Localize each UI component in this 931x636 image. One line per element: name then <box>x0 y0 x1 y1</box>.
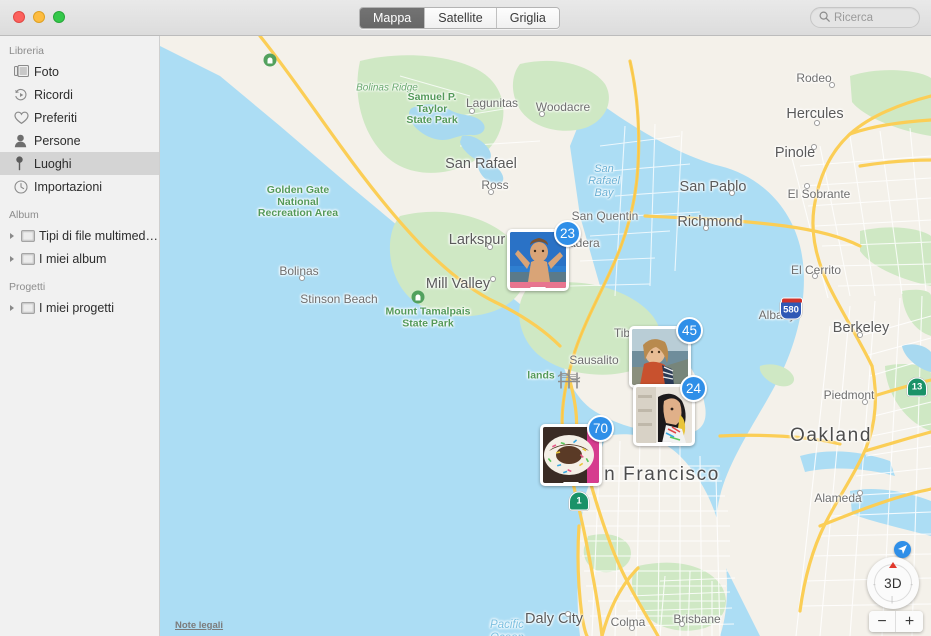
highway-shield-state: 1 <box>569 492 589 511</box>
chevron-right-icon[interactable] <box>6 233 17 239</box>
photos-app-window: Bolinas Ridge Samuel P. Taylor State Par… <box>0 0 931 636</box>
tab-griglia[interactable]: Griglia <box>497 8 559 28</box>
photo-count-badge: 24 <box>680 375 707 402</box>
search-icon <box>819 9 834 27</box>
sidebar-item-ricordi[interactable]: Ricordi <box>0 83 159 106</box>
sidebar-item-persone[interactable]: Persone <box>0 129 159 152</box>
clock-icon <box>14 180 34 194</box>
compass-tick-west: - <box>873 580 876 589</box>
park-marker-icon <box>264 54 277 67</box>
minimize-button[interactable] <box>33 11 45 23</box>
compass-3d-label: 3D <box>884 576 902 591</box>
sidebar-item-label: I miei progetti <box>39 301 114 315</box>
photo-cluster-marker[interactable]: 45 <box>629 326 691 388</box>
sidebar-item-label: Ricordi <box>34 88 73 102</box>
compass-tick-south: | <box>891 595 893 604</box>
tab-satellite[interactable]: Satellite <box>425 8 496 28</box>
sidebar-item-label: Luoghi <box>34 157 72 171</box>
photos-icon <box>14 65 34 78</box>
photo-count-badge: 23 <box>554 220 581 247</box>
legal-notice-link[interactable]: Note legali <box>175 620 223 631</box>
sidebar-item-importazioni[interactable]: Importazioni <box>0 175 159 198</box>
close-button[interactable] <box>13 11 25 23</box>
tab-mappa[interactable]: Mappa <box>360 8 425 28</box>
search-placeholder: Ricerca <box>834 12 873 24</box>
sidebar-item-label: I miei album <box>39 252 106 266</box>
zoom-controls[interactable]: − + <box>869 611 923 632</box>
view-mode-segmented-control[interactable]: Mappa Satellite Griglia <box>359 7 560 29</box>
photo-cluster-marker[interactable]: 70 <box>540 424 602 486</box>
zoom-out-button[interactable]: − <box>869 611 896 632</box>
sidebar-item-label: Importazioni <box>34 180 102 194</box>
sidebar-item-preferiti[interactable]: Preferiti <box>0 106 159 129</box>
zoom-button[interactable] <box>53 11 65 23</box>
window-titlebar: Mappa Satellite Griglia Ricerca <box>0 0 931 36</box>
sidebar-item-i-miei-progetti[interactable]: I miei progetti <box>0 296 159 319</box>
zoom-in-button[interactable]: + <box>896 611 923 632</box>
compass-3d-control[interactable]: - - | 3D <box>867 557 919 609</box>
compass-tick-east: - <box>910 580 913 589</box>
marker-tail <box>530 287 546 291</box>
sidebar-section-header-libreria: Libreria <box>0 41 159 60</box>
sidebar-item-foto[interactable]: Foto <box>0 60 159 83</box>
marker-tail <box>656 442 672 446</box>
highway-shield-interstate: 580 <box>780 301 802 320</box>
window-controls[interactable] <box>13 11 65 23</box>
sidebar-section-header-album: Album <box>0 198 159 224</box>
sidebar-item-label: Foto <box>34 65 59 79</box>
sidebar-item-label: Tipi di file multimed… <box>39 229 158 243</box>
sidebar: Libreria Foto Ricordi <box>0 36 160 636</box>
highway-shield-state: 13 <box>907 378 927 397</box>
map-canvas[interactable]: Bolinas Ridge Samuel P. Taylor State Par… <box>160 36 931 636</box>
heart-icon <box>14 111 34 125</box>
marker-tail <box>563 482 579 486</box>
locate-me-button[interactable] <box>894 541 911 558</box>
folder-icon <box>17 253 39 265</box>
photo-cluster-marker[interactable]: 23 <box>507 229 569 291</box>
sidebar-item-label: Persone <box>34 134 81 148</box>
sidebar-item-i-miei-album[interactable]: I miei album <box>0 247 159 270</box>
sidebar-section-header-progetti: Progetti <box>0 270 159 296</box>
golden-gate-bridge-icon <box>557 367 583 396</box>
chevron-right-icon[interactable] <box>6 305 17 311</box>
sidebar-item-luoghi[interactable]: Luoghi <box>0 152 159 175</box>
memories-icon <box>14 88 34 102</box>
park-marker-icon <box>412 291 425 304</box>
folder-icon <box>17 230 39 242</box>
chevron-right-icon[interactable] <box>6 256 17 262</box>
map-pin-icon <box>14 156 34 171</box>
sidebar-item-tipi-di-file-multimediali[interactable]: Tipi di file multimed… <box>0 224 159 247</box>
sidebar-item-label: Preferiti <box>34 111 77 125</box>
search-field[interactable]: Ricerca <box>810 7 920 28</box>
photo-count-badge: 45 <box>676 317 703 344</box>
photo-count-badge: 70 <box>587 415 614 442</box>
folder-icon <box>17 302 39 314</box>
photo-cluster-marker[interactable]: 24 <box>633 384 695 446</box>
person-icon <box>14 134 34 148</box>
compass-north-needle <box>889 562 897 568</box>
